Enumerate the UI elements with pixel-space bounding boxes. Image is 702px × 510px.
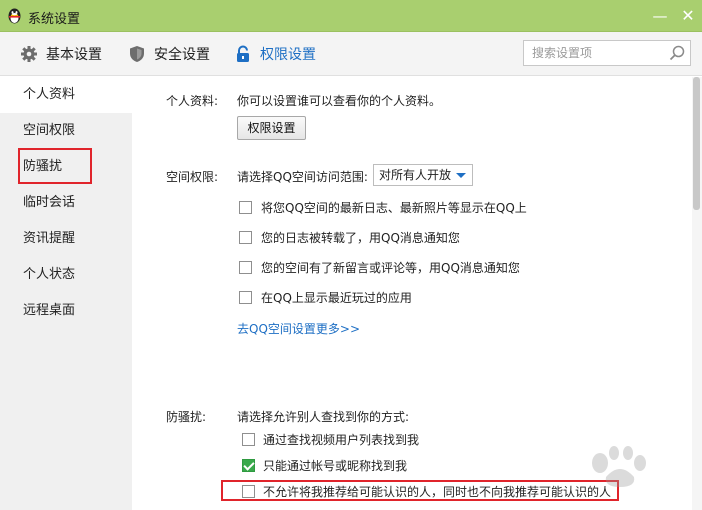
sidebar-highlight-box — [18, 148, 92, 184]
checkbox-show-recent-apps[interactable] — [239, 291, 252, 304]
checkbox-notify-comments[interactable] — [239, 261, 252, 274]
space-section-label: 空间权限: — [166, 170, 219, 184]
tab-label: 安全设置 — [154, 47, 210, 63]
space-access-select[interactable]: 对所有人开放 — [373, 164, 473, 186]
checkbox-label: 将您QQ空间的最新日志、最新照片等显示在QQ上 — [261, 201, 527, 215]
checkbox-label: 您的空间有了新留言或评论等，用QQ消息通知您 — [261, 261, 520, 275]
search-input[interactable] — [524, 41, 664, 65]
checkbox-label: 您的日志被转载了，用QQ消息通知您 — [261, 231, 460, 245]
sidebar-item-space-permission[interactable]: 空间权限 — [0, 113, 132, 149]
checkbox-label: 只能通过帐号或昵称找到我 — [263, 459, 408, 473]
minimize-button[interactable]: — — [650, 6, 670, 26]
chevron-down-icon — [456, 173, 466, 178]
baidu-watermark-icon — [592, 446, 646, 487]
qq-penguin-icon — [8, 8, 21, 24]
checkbox-notify-repost[interactable] — [239, 231, 252, 244]
tab-label: 基本设置 — [46, 47, 102, 63]
permission-settings-button[interactable]: 权限设置 — [237, 116, 306, 140]
sidebar-item-remote-desktop[interactable]: 远程桌面 — [0, 293, 132, 329]
checkbox-label: 通过查找视频用户列表找到我 — [263, 433, 420, 447]
checkbox-show-space-updates[interactable] — [239, 201, 252, 214]
shield-icon — [130, 46, 144, 62]
profile-description: 你可以设置谁可以查看你的个人资料。 — [237, 94, 442, 108]
sidebar-item-profile[interactable]: 个人资料 — [0, 77, 132, 113]
gear-icon — [21, 46, 37, 62]
checkbox-find-via-video-list[interactable] — [242, 433, 255, 446]
title-bar: 系统设置 — ✕ — [0, 0, 702, 32]
tab-label: 权限设置 — [260, 47, 316, 63]
profile-section-label: 个人资料: — [166, 94, 219, 108]
tab-security-settings[interactable]: 安全设置 — [128, 32, 210, 76]
checkbox-label: 在QQ上显示最近玩过的应用 — [261, 291, 412, 305]
tab-basic-settings[interactable]: 基本设置 — [20, 32, 102, 76]
sidebar-item-personal-status[interactable]: 个人状态 — [0, 257, 132, 293]
sidebar-item-temporary-chat[interactable]: 临时会话 — [0, 185, 132, 221]
checkbox-find-via-account-only[interactable] — [242, 459, 255, 472]
tab-permission-settings[interactable]: 权限设置 — [234, 32, 316, 76]
search-box — [523, 40, 691, 66]
anti-harass-section-label: 防骚扰: — [166, 410, 207, 424]
space-access-prompt: 请选择QQ空间访问范围: — [237, 170, 368, 184]
lock-icon — [237, 45, 249, 62]
settings-toolbar: 基本设置 安全设置 权限设置 — [0, 32, 702, 76]
close-button[interactable]: ✕ — [678, 6, 698, 26]
space-more-settings-link[interactable]: 去QQ空间设置更多>> — [237, 320, 360, 337]
select-value: 对所有人开放 — [379, 168, 452, 182]
search-icon[interactable] — [668, 44, 686, 62]
scrollbar-thumb[interactable] — [693, 77, 700, 210]
sidebar-item-news-reminder[interactable]: 资讯提醒 — [0, 221, 132, 257]
settings-sidebar: 个人资料 空间权限 防骚扰 临时会话 资讯提醒 个人状态 远程桌面 — [0, 77, 132, 510]
window-title: 系统设置 — [28, 12, 81, 27]
anti-harass-prompt: 请选择允许别人查找到你的方式: — [237, 410, 410, 424]
